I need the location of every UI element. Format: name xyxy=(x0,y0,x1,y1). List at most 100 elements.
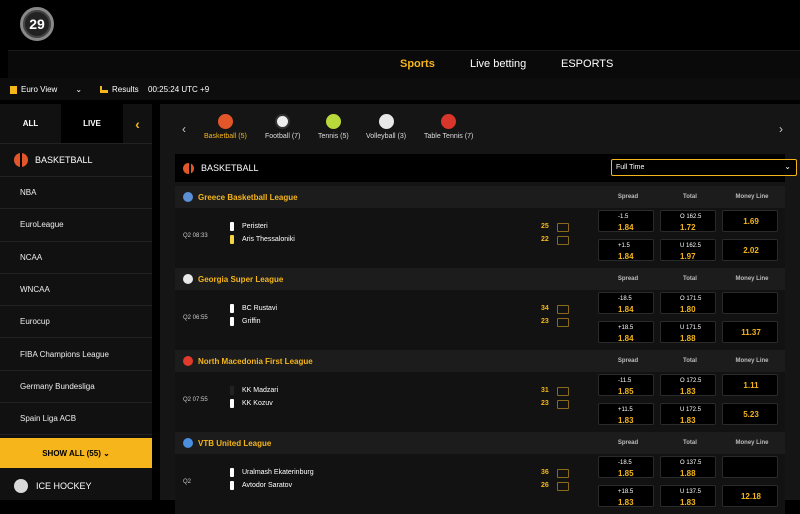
moneyline-odd-button[interactable]: 1.11 xyxy=(722,374,778,396)
team-name[interactable]: KK Madzari xyxy=(230,386,278,395)
team-label: BC Rustavi xyxy=(242,305,278,312)
col-moneyline: Money Line xyxy=(735,276,769,282)
odd-line: +18.5 xyxy=(618,325,634,331)
chevron-right-icon[interactable]: › xyxy=(779,122,783,136)
stats-icon[interactable] xyxy=(557,305,569,314)
total-odd-button[interactable]: U 137.5 1.83 xyxy=(660,485,716,507)
clock-text: 00:25:24 UTC +9 xyxy=(148,85,210,94)
sidebar-item-wncaa[interactable]: WNCAA xyxy=(0,274,152,307)
spread-odd-button[interactable]: -1.5 1.84 xyxy=(598,210,654,232)
spread-odd-button[interactable]: +1.5 1.84 xyxy=(598,239,654,261)
team-name[interactable]: Griffin xyxy=(230,317,261,326)
team-score: 34 xyxy=(541,305,549,312)
team-name[interactable]: Peristeri xyxy=(230,222,268,231)
sport-label: Table Tennis (7) xyxy=(424,133,474,140)
spread-odd-button[interactable]: +18.5 1.83 xyxy=(598,485,654,507)
col-total: Total xyxy=(683,440,697,446)
odd-price: 1.88 xyxy=(680,334,696,343)
tab-all[interactable]: ALL xyxy=(0,104,61,143)
moneyline-odd-button[interactable]: 1.69 xyxy=(722,210,778,232)
sidebar-item-eurocup[interactable]: Eurocup xyxy=(0,306,152,339)
sidebar-item-germany-bundesliga[interactable]: Germany Bundesliga xyxy=(0,371,152,404)
results-link[interactable]: Results xyxy=(100,85,139,94)
sport-label: Volleyball (3) xyxy=(366,133,407,140)
team-label: Avtodor Saratov xyxy=(242,482,293,489)
game-row: Q2 Uralmash Ekaterinburg 36 Avtodor Saratov… xyxy=(175,454,785,514)
spread-odd-button[interactable]: -18.5 1.84 xyxy=(598,292,654,314)
basketball-icon xyxy=(217,114,233,129)
team-name[interactable]: KK Kozuv xyxy=(230,399,273,408)
league-header[interactable]: VTB United League Spread Total Money Line xyxy=(175,432,785,454)
spread-odd-button[interactable]: +18.5 1.84 xyxy=(598,321,654,343)
total-odd-button[interactable]: O 162.5 1.72 xyxy=(660,210,716,232)
stats-icon[interactable] xyxy=(557,236,569,245)
odd-line: O 172.5 xyxy=(680,378,702,384)
period-value: Full Time xyxy=(616,164,645,171)
period-select[interactable]: Full Time ⌄ xyxy=(611,159,797,176)
total-odd-button[interactable]: U 162.5 1.97 xyxy=(660,239,716,261)
spread-odd-button[interactable]: -18.5 1.85 xyxy=(598,456,654,478)
sidebar-item-nba[interactable]: NBA xyxy=(0,177,152,210)
team-name[interactable]: Uralmash Ekaterinburg xyxy=(230,468,314,477)
jersey-icon xyxy=(230,304,234,313)
sidebar-item-euroleague[interactable]: EuroLeague xyxy=(0,209,152,242)
league-header[interactable]: North Macedonia First League Spread Total M… xyxy=(175,350,785,372)
total-odd-button[interactable]: O 171.5 1.80 xyxy=(660,292,716,314)
odd-line: -1.5 xyxy=(618,214,629,220)
view-label: Euro View xyxy=(21,85,58,94)
col-total: Total xyxy=(683,276,697,282)
sport-tennis[interactable]: Tennis (5) xyxy=(318,114,349,140)
league-header[interactable]: Greece Basketball League Spread Total Money… xyxy=(175,186,785,208)
moneyline-odd-button[interactable] xyxy=(722,292,778,314)
stats-icon[interactable] xyxy=(557,223,569,232)
jersey-icon xyxy=(230,386,234,395)
moneyline-odd-button[interactable]: 5.23 xyxy=(722,403,778,425)
odd-line: U 162.5 xyxy=(680,243,702,249)
moneyline-odd-button[interactable] xyxy=(722,456,778,478)
total-odd-button[interactable]: U 171.5 1.88 xyxy=(660,321,716,343)
nav-esports[interactable]: ESPORTS xyxy=(561,58,613,70)
nav-live-betting[interactable]: Live betting xyxy=(470,58,526,70)
team-name[interactable]: Aris Thessaloniki xyxy=(230,235,295,244)
spread-odd-button[interactable]: +11.5 1.83 xyxy=(598,403,654,425)
sport-volleyball[interactable]: Volleyball (3) xyxy=(366,114,406,140)
basketball-icon xyxy=(14,153,28,167)
sidebar-item-ice-hockey[interactable]: ICE HOCKEY xyxy=(0,472,152,500)
col-moneyline: Money Line xyxy=(735,358,769,364)
odd-price: 1.84 xyxy=(618,223,634,232)
chevron-left-icon[interactable]: ‹ xyxy=(182,122,186,136)
nav-sports[interactable]: Sports xyxy=(400,58,435,70)
total-odd-button[interactable]: O 172.5 1.83 xyxy=(660,374,716,396)
view-selector[interactable]: Euro View ⌄ xyxy=(10,85,82,94)
col-spread: Spread xyxy=(617,440,639,446)
moneyline-odd-button[interactable]: 12.18 xyxy=(722,485,778,507)
collapse-sidebar-button[interactable]: ‹ xyxy=(123,104,152,143)
team-name[interactable]: Avtodor Saratov xyxy=(230,481,292,490)
league-name: North Macedonia First League xyxy=(198,356,313,366)
sport-basketball[interactable]: Basketball (5) xyxy=(204,114,247,140)
sidebar-item-fiba-champions-league[interactable]: FIBA Champions League xyxy=(0,338,152,371)
moneyline-odd-button[interactable]: 2.02 xyxy=(722,239,778,261)
moneyline-odd-button[interactable]: 11.37 xyxy=(722,321,778,343)
sidebar-header-basketball[interactable]: BASKETBALL xyxy=(0,144,152,177)
stats-icon[interactable] xyxy=(557,318,569,327)
stats-icon[interactable] xyxy=(557,469,569,478)
spread-odd-button[interactable]: -11.5 1.85 xyxy=(598,374,654,396)
sport-table-tennis[interactable]: Table Tennis (7) xyxy=(424,114,473,140)
odd-line: +1.5 xyxy=(618,243,630,249)
league-header[interactable]: Georgia Super League Spread Total Money Lin… xyxy=(175,268,785,290)
stats-icon[interactable] xyxy=(557,482,569,491)
stats-icon[interactable] xyxy=(557,387,569,396)
total-odd-button[interactable]: U 172.5 1.83 xyxy=(660,403,716,425)
odd-price: 1.11 xyxy=(743,381,759,390)
total-odd-button[interactable]: O 137.5 1.88 xyxy=(660,456,716,478)
sport-football[interactable]: Football (7) xyxy=(265,114,300,140)
tab-live[interactable]: LIVE xyxy=(61,104,123,143)
sidebar-item-spain-liga-acb[interactable]: Spain Liga ACB xyxy=(0,403,152,436)
jersey-icon xyxy=(230,235,234,244)
site-logo[interactable]: 29 xyxy=(20,7,54,41)
sidebar-item-ncaa[interactable]: NCAA xyxy=(0,242,152,274)
team-name[interactable]: BC Rustavi xyxy=(230,304,277,313)
stats-icon[interactable] xyxy=(557,400,569,409)
show-all-button[interactable]: SHOW ALL (55) ⌄ xyxy=(0,438,152,468)
